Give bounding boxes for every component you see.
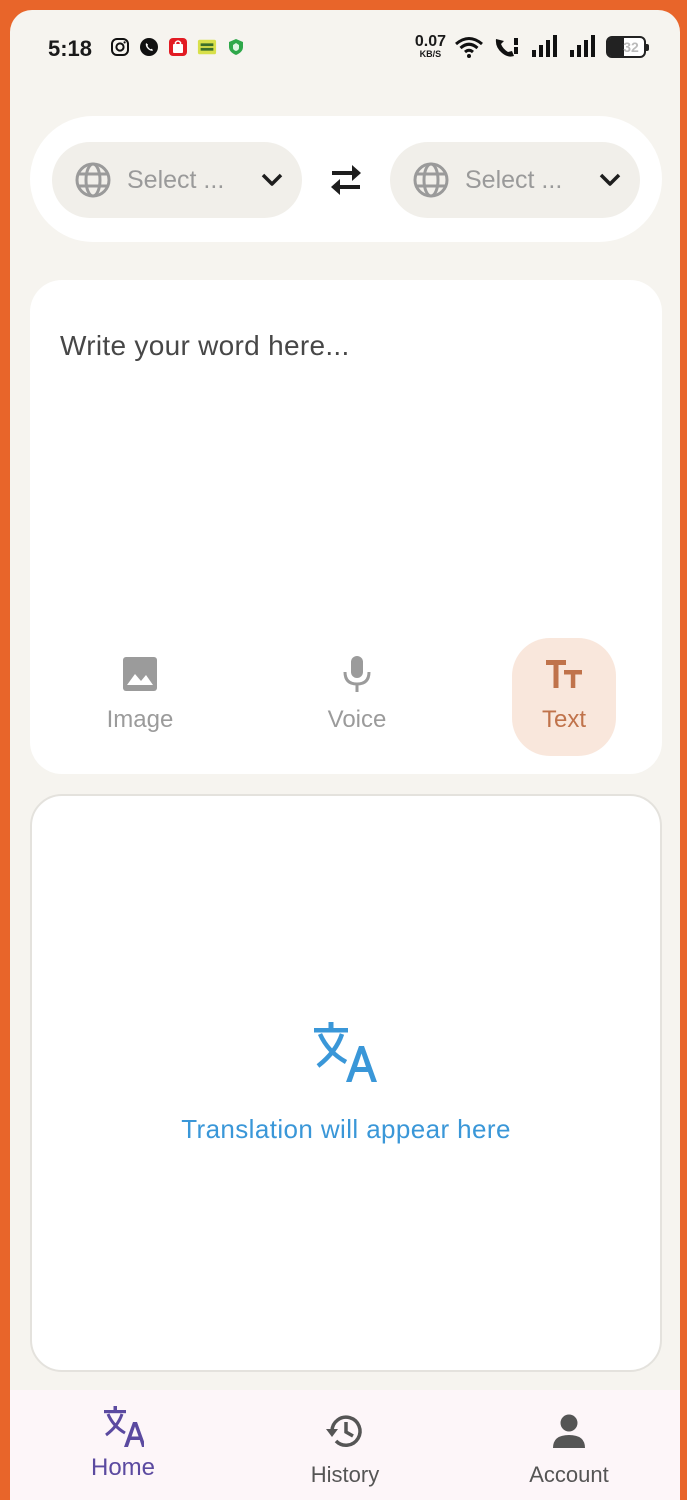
status-bar: 5:18 0.07 KB/S 32 — [10, 10, 680, 90]
history-icon — [326, 1415, 362, 1447]
whatsapp-icon — [140, 38, 158, 56]
source-language-label: Select ... — [127, 165, 225, 194]
shield-icon — [229, 39, 243, 55]
language-selector-card: Select ... Select ... — [30, 116, 662, 242]
person-icon — [553, 1414, 585, 1448]
globe-icon — [413, 162, 449, 198]
status-time: 5:18 — [48, 36, 93, 61]
target-language-dropdown[interactable]: Select ... — [390, 142, 640, 218]
translation-placeholder: Translation will appear here — [181, 1114, 511, 1144]
nav-label-home: Home — [90, 1454, 156, 1481]
target-language-label: Select ... — [465, 165, 563, 194]
network-speed-value: 0.07 — [414, 33, 446, 50]
mic-icon — [343, 656, 371, 692]
swap-icon — [331, 165, 361, 195]
wifi-icon — [455, 36, 483, 58]
shopping-bag-icon — [169, 38, 187, 56]
nav-item-history[interactable]: History — [270, 1410, 420, 1488]
sim-card-icon — [197, 39, 217, 55]
swap-languages-button[interactable] — [326, 162, 366, 198]
battery-icon: 32 — [606, 35, 649, 58]
signal-icon — [570, 34, 595, 57]
translation-output-card: Translation will appear here — [30, 794, 662, 1372]
voice-mode-label: Voice — [327, 706, 387, 733]
globe-icon — [75, 162, 111, 198]
text-mode-label: Text — [541, 706, 586, 733]
input-card: Write your word here... Image Voice Text — [30, 280, 662, 774]
bottom-navigation: Home History Account — [10, 1390, 680, 1500]
nav-label-account: Account — [529, 1462, 609, 1487]
system-status: 0.07 KB/S 32 — [415, 34, 649, 59]
nav-item-home[interactable]: Home — [48, 1406, 198, 1482]
image-icon — [123, 657, 157, 691]
translate-icon — [104, 1406, 144, 1447]
text-fields-icon — [546, 660, 582, 688]
nav-label-history: History — [310, 1462, 380, 1487]
instagram-icon — [111, 38, 129, 56]
signal-icon — [532, 34, 557, 57]
app-screen: 5:18 0.07 KB/S 32 Select ... Select ... … — [10, 10, 680, 1500]
text-mode-button[interactable]: Text — [512, 638, 616, 756]
source-language-dropdown[interactable]: Select ... — [52, 142, 302, 218]
image-mode-button[interactable]: Image — [88, 638, 192, 756]
image-mode-label: Image — [106, 706, 174, 733]
voice-mode-button[interactable]: Voice — [305, 638, 409, 756]
network-speed: 0.07 KB/S — [415, 34, 446, 59]
word-input[interactable]: Write your word here... — [60, 330, 350, 362]
chevron-down-icon — [599, 173, 621, 186]
network-speed-unit: KB/S — [419, 49, 442, 59]
notification-icons — [110, 37, 246, 57]
call-icon — [495, 37, 518, 57]
translate-icon — [314, 1022, 377, 1082]
battery-level: 32 — [623, 38, 639, 55]
nav-item-account[interactable]: Account — [494, 1410, 644, 1488]
chevron-down-icon — [261, 173, 283, 186]
